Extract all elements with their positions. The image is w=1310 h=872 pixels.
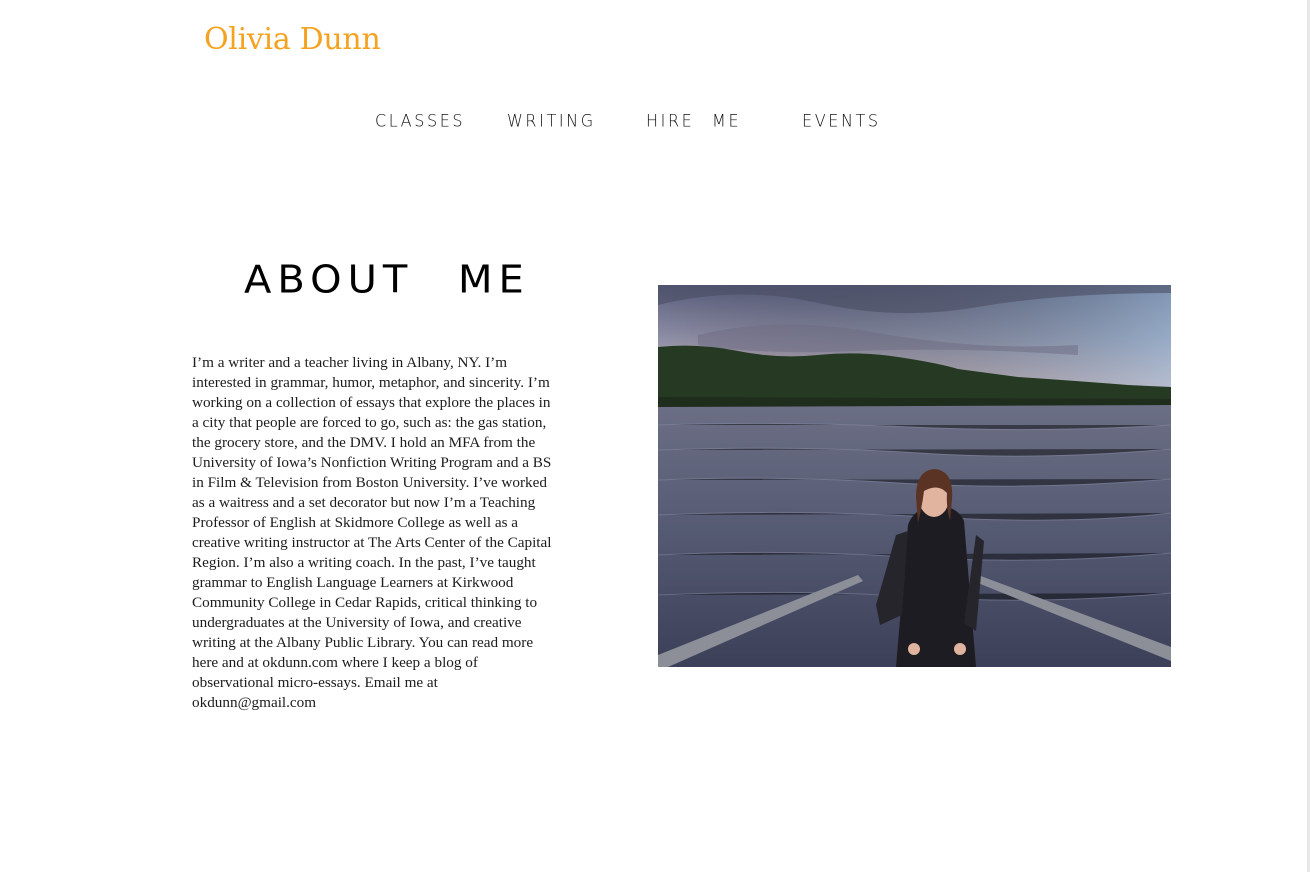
nav-item-events[interactable]: EVENTS [802, 107, 881, 135]
nav-item-classes[interactable]: CLASSES [375, 107, 465, 135]
nav-item-hire-me[interactable]: HIRE ME [646, 107, 741, 135]
about-body-text: I’m a writer and a teacher living in Alb… [192, 354, 552, 711]
nav-item-writing[interactable]: WRITING [507, 107, 596, 135]
site-title-link[interactable]: Olivia Dunn [204, 18, 381, 62]
author-photo [658, 285, 1171, 667]
about-heading: ABOUT ME [244, 258, 530, 302]
